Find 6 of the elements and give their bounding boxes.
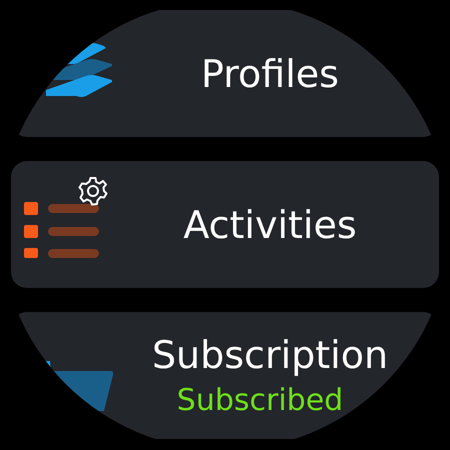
menu-label: Subscription (152, 333, 388, 377)
menu-item[interactable]: Activities (11, 161, 439, 288)
settings-icon (78, 176, 108, 206)
menu-label: Activities (183, 202, 357, 246)
subscription-status: Subscribed (176, 383, 344, 418)
menu-label: Profiles (201, 52, 339, 96)
